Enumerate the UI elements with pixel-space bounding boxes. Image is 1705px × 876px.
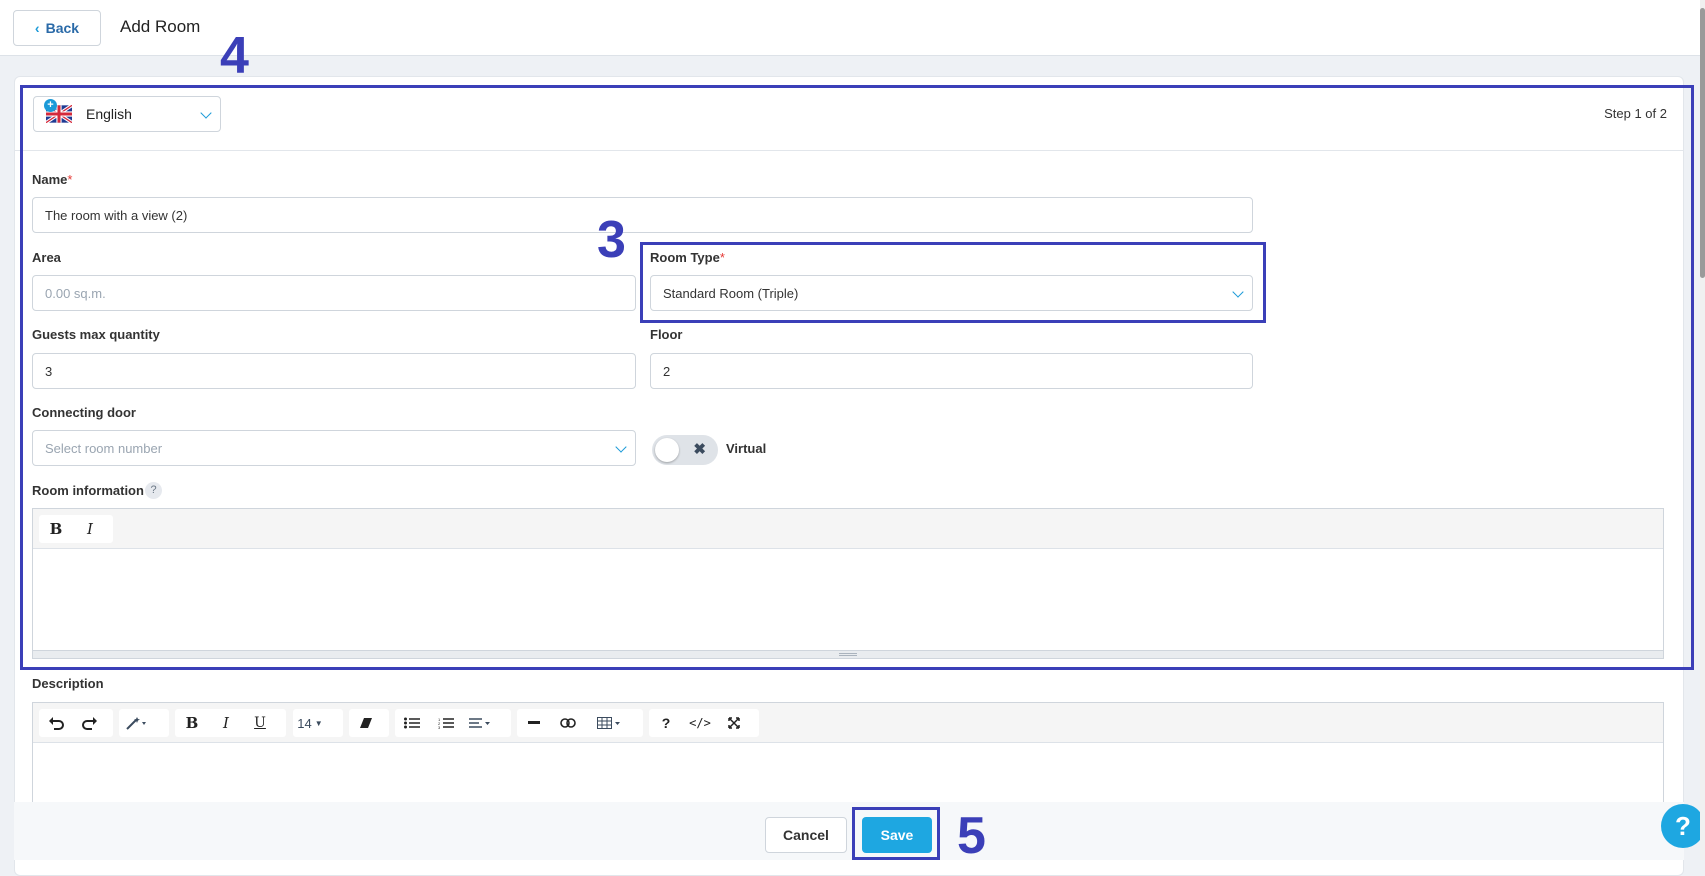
paragraph-group: 123 <box>395 709 511 737</box>
undo-icon[interactable] <box>39 709 73 737</box>
chevron-left-icon: ‹ <box>34 20 40 36</box>
annotation-label-4: 4 <box>220 27 249 85</box>
back-label: Back <box>45 20 80 36</box>
top-bar: ‹ Back Add Room <box>0 0 1700 56</box>
link-icon[interactable] <box>551 709 585 737</box>
italic-button[interactable]: I <box>209 709 243 737</box>
annotation-box-5 <box>852 807 940 860</box>
horizontal-rule-icon[interactable] <box>517 709 551 737</box>
history-group <box>39 709 113 737</box>
page-title: Add Room <box>120 17 201 36</box>
misc-group: ? </> <box>649 709 759 737</box>
code-view-button[interactable]: </> <box>683 709 717 737</box>
fullscreen-icon[interactable] <box>717 709 751 737</box>
footer-bar <box>14 802 1684 860</box>
clear-format-group <box>349 709 389 737</box>
magic-wand-icon[interactable] <box>119 709 153 737</box>
description-label: Description <box>32 676 104 691</box>
help-fab-button[interactable]: ? <box>1661 804 1705 848</box>
underline-button[interactable]: U <box>243 709 277 737</box>
insert-group <box>517 709 643 737</box>
font-size-value: 14 <box>297 715 312 731</box>
cancel-button[interactable]: Cancel <box>765 817 847 853</box>
text-format-group: B I U <box>175 709 286 737</box>
back-button[interactable]: ‹ Back <box>13 10 101 46</box>
caret-down-icon: ▼ <box>314 718 323 728</box>
numbered-list-icon[interactable]: 123 <box>429 709 463 737</box>
bullet-list-icon[interactable] <box>395 709 429 737</box>
annotation-label-3: 3 <box>597 211 626 269</box>
redo-icon[interactable] <box>73 709 107 737</box>
font-size-dropdown[interactable]: 14 ▼ <box>293 709 327 737</box>
eraser-icon[interactable] <box>349 709 383 737</box>
annotation-box-3 <box>640 242 1266 323</box>
style-group <box>119 709 169 737</box>
table-dropdown[interactable] <box>585 709 633 737</box>
scroll-thumb[interactable] <box>1700 8 1705 278</box>
editor-toolbar: B I U 14 ▼ 123 ? </> <box>33 703 1663 743</box>
align-dropdown[interactable] <box>463 709 497 737</box>
bold-button[interactable]: B <box>175 709 209 737</box>
page-scrollbar[interactable] <box>1700 0 1705 860</box>
annotation-label-5: 5 <box>957 807 986 865</box>
svg-text:3: 3 <box>438 725 441 729</box>
annotation-box-4 <box>20 85 1694 670</box>
font-size-group: 14 ▼ <box>293 709 343 737</box>
help-button[interactable]: ? <box>649 709 683 737</box>
